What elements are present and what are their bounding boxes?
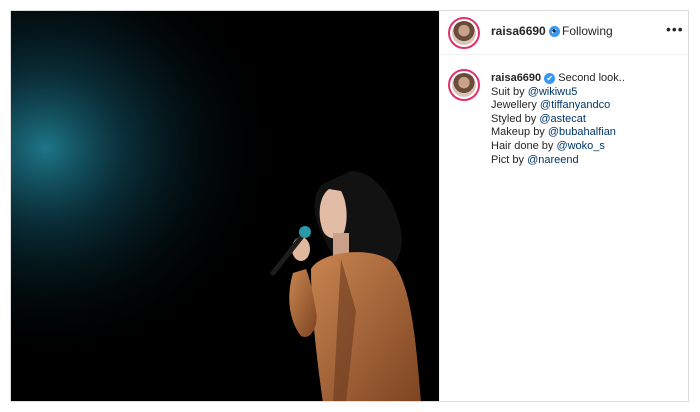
- caption-prefix: Hair done by: [491, 139, 557, 152]
- mention-link[interactable]: @astecat: [539, 113, 586, 125]
- mention-link[interactable]: @wikiwu5: [528, 86, 578, 98]
- mention-link[interactable]: @woko_s: [556, 140, 604, 152]
- caption-first-line: raisa6690 ✔ Second look..: [491, 72, 686, 86]
- caption-avatar[interactable]: [448, 69, 480, 101]
- caption-prefix: Styled by: [491, 112, 540, 125]
- post-photo[interactable]: [11, 11, 439, 401]
- post-side-panel: raisa6690 ✔ • Following ••• raisa6690 ✔ Se…: [439, 11, 688, 401]
- separator-dot: •: [552, 24, 557, 38]
- caption-prefix: Suit by: [491, 85, 528, 98]
- caption-line-styled: Styled by @astecat: [491, 113, 686, 127]
- post-header: raisa6690 ✔ • Following •••: [440, 11, 688, 55]
- caption-headline: Second look..: [558, 72, 625, 84]
- username-link[interactable]: raisa6690 ✔: [491, 24, 560, 38]
- mention-link[interactable]: @nareend: [527, 154, 579, 166]
- caption-prefix: Jewellery: [491, 99, 540, 112]
- instagram-post: raisa6690 ✔ • Following ••• raisa6690 ✔ Se…: [10, 10, 689, 402]
- caption-prefix: Pict by: [491, 153, 528, 166]
- avatar-image: [452, 73, 476, 97]
- username-text: raisa6690: [491, 24, 546, 38]
- more-options-icon[interactable]: •••: [666, 21, 684, 37]
- verified-icon: ✔: [544, 72, 556, 84]
- caption-line-jewellery: Jewellery @tiffanyandco: [491, 99, 686, 113]
- following-button[interactable]: Following: [562, 24, 613, 38]
- caption-line-pict: Pict by @nareend: [491, 154, 686, 168]
- mention-link[interactable]: @bubahalfian: [548, 126, 616, 138]
- caption-line-hair: Hair done by @woko_s: [491, 140, 686, 154]
- caption-line-makeup: Makeup by @bubahalfian: [491, 126, 686, 140]
- avatar-image: [452, 20, 476, 45]
- mention-link[interactable]: @tiffanyandco: [540, 99, 610, 111]
- concert-photo-illustration: [11, 11, 439, 401]
- avatar[interactable]: [448, 16, 480, 49]
- caption-prefix: Makeup by: [491, 126, 548, 139]
- caption-text: raisa6690 ✔ Second look.. Suit by @wikiwu…: [491, 72, 686, 167]
- caption-username[interactable]: raisa6690: [491, 72, 541, 84]
- caption-line-suit: Suit by @wikiwu5: [491, 86, 686, 100]
